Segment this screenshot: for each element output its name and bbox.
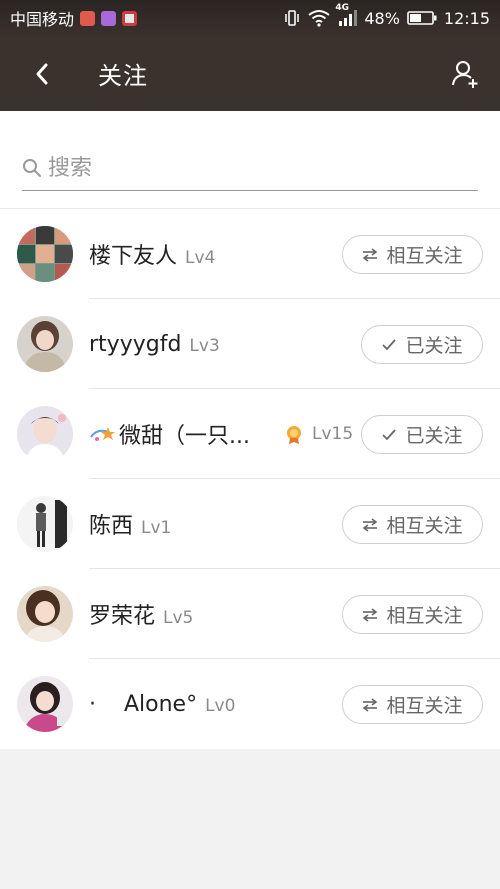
- user-name-line: rtyyygfd Lv3: [89, 332, 220, 357]
- user-level: Lv5: [163, 608, 194, 628]
- user-name-line: 陈西 Lv1: [89, 508, 171, 540]
- mutual-follow-button[interactable]: 相互关注: [342, 505, 483, 544]
- follow-button-label: 相互关注: [386, 515, 463, 537]
- status-bar: 中国移动 4G 48% 12:15: [0, 0, 500, 36]
- list-item[interactable]: 微甜（一只... Lv15 已关注: [0, 389, 500, 479]
- mail-app-icon: [80, 10, 96, 26]
- swap-arrows-icon: [362, 247, 378, 262]
- gallery-app-icon: [101, 10, 117, 26]
- avatar[interactable]: [17, 316, 73, 372]
- list-item[interactable]: 陈西 Lv1 相互关注: [0, 479, 500, 569]
- avatar[interactable]: [17, 226, 73, 282]
- follow-list: 楼下友人 Lv4 相互关注 rtyyygfd Lv3 已关注 微甜（一只... …: [0, 208, 500, 749]
- mutual-follow-button[interactable]: 相互关注: [342, 235, 483, 274]
- search-box[interactable]: [22, 146, 478, 191]
- follow-button-label: 相互关注: [386, 605, 463, 627]
- user-level: Lv15: [312, 424, 354, 444]
- vibrate-icon: [283, 9, 301, 27]
- user-name-line: 微甜（一只...: [89, 418, 250, 450]
- user-level: Lv1: [141, 518, 172, 538]
- back-arrow-icon: [36, 63, 48, 84]
- avatar[interactable]: [17, 496, 73, 552]
- user-name: · Alone°: [89, 691, 198, 717]
- user-name: 微甜（一只...: [119, 424, 250, 449]
- signal-icon: 4G: [335, 3, 358, 27]
- list-item[interactable]: rtyyygfd Lv3 已关注: [0, 299, 500, 389]
- user-level: Lv0: [205, 695, 236, 716]
- add-user-icon: [452, 60, 478, 88]
- user-name: rtyyygfd: [89, 331, 182, 357]
- list-item[interactable]: 罗荣花 Lv5 相互关注: [0, 569, 500, 659]
- user-name-line: · Alone° Lv0: [89, 692, 235, 717]
- wifi-icon: [308, 9, 330, 27]
- avatar[interactable]: [17, 406, 73, 462]
- user-name: 罗荣花: [89, 604, 156, 629]
- swap-arrows-icon: [362, 697, 378, 712]
- search-icon: [23, 159, 41, 177]
- mutual-follow-button[interactable]: 相互关注: [342, 595, 483, 634]
- avatar[interactable]: [17, 676, 73, 732]
- search-input[interactable]: [48, 155, 448, 181]
- list-item[interactable]: 楼下友人 Lv4 相互关注: [0, 209, 500, 299]
- clock: 12:15: [443, 8, 490, 28]
- avatar[interactable]: [17, 586, 73, 642]
- list-item[interactable]: · Alone° Lv0 相互关注: [0, 659, 500, 749]
- network-type-label: 4G: [335, 3, 349, 13]
- swap-arrows-icon: [362, 607, 378, 622]
- decoration-icon: [89, 424, 117, 450]
- user-name: 楼下友人: [89, 244, 178, 269]
- page-title: 关注: [98, 62, 148, 90]
- check-icon: [381, 338, 397, 352]
- follow-button-label: 已关注: [405, 335, 463, 357]
- carrier-label: 中国移动: [10, 10, 75, 29]
- search-section: [0, 111, 500, 208]
- follow-button-label: 已关注: [405, 425, 463, 447]
- mutual-follow-button[interactable]: 相互关注: [342, 685, 483, 724]
- swap-arrows-icon: [362, 517, 378, 532]
- user-name-line: 罗荣花 Lv5: [89, 598, 193, 630]
- check-icon: [381, 428, 397, 442]
- notification-app-icon: [122, 10, 138, 26]
- back-button[interactable]: [22, 54, 62, 94]
- followed-button[interactable]: 已关注: [361, 325, 483, 364]
- title-bar: 关注: [0, 36, 500, 111]
- followed-button[interactable]: 已关注: [361, 415, 483, 454]
- follow-button-label: 相互关注: [386, 695, 463, 717]
- user-level: Lv3: [189, 335, 220, 356]
- user-level: Lv4: [185, 248, 216, 268]
- user-name: 陈西: [89, 514, 134, 539]
- user-name-line: 楼下友人 Lv4: [89, 238, 215, 270]
- medal-icon: [285, 425, 303, 449]
- follow-button-label: 相互关注: [386, 245, 463, 267]
- add-friend-button[interactable]: [446, 54, 486, 94]
- battery-icon: [407, 10, 437, 26]
- battery-percent: 48%: [364, 8, 400, 28]
